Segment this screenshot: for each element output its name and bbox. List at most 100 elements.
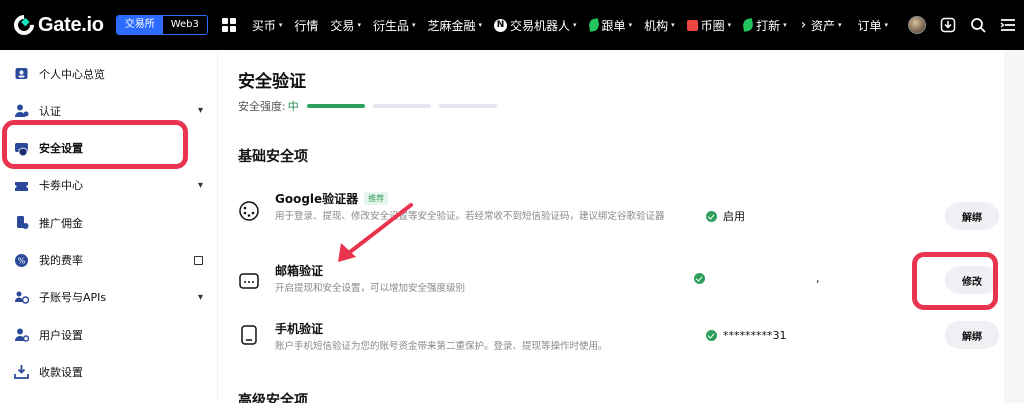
- sidebar-item-4[interactable]: 推广佣金: [0, 204, 217, 241]
- gate-logo-icon: [9, 10, 39, 40]
- sidebar-item-8[interactable]: 收款设置: [0, 353, 217, 390]
- n-badge-icon: N: [494, 18, 508, 32]
- strength-bar: [438, 104, 497, 108]
- item-description: 开启提现和安全设置，可以增加安全强度级别: [275, 283, 466, 294]
- strength-bar: [372, 104, 431, 108]
- svg-text:%: %: [18, 256, 26, 265]
- avatar[interactable]: [908, 16, 926, 34]
- scrollbar[interactable]: [1004, 50, 1024, 403]
- nav-item-7[interactable]: 机构 ▾: [644, 17, 675, 34]
- nav-item-5[interactable]: N 交易机器人 ▾: [494, 17, 577, 34]
- sidebar-item-label: 用户设置: [39, 328, 83, 342]
- caret-down-icon: ▾: [278, 21, 283, 29]
- sidebar-item-label: 收款设置: [39, 365, 83, 379]
- unbind-google-button[interactable]: 解绑: [945, 202, 999, 230]
- item-status-text: ,: [816, 272, 820, 285]
- section-title-basic: 基础安全项: [238, 149, 308, 165]
- sub-account-icon: [15, 291, 29, 304]
- top-navbar: Gate.io 交易所 Web3 买币 ▾ 行情 交易 ▾ 衍生品 ▾ 芝麻金融 ▾ N 交易机器人…: [0, 0, 1024, 50]
- nav-item-label: 交易机器人: [510, 18, 571, 33]
- nav-orders[interactable]: 订单 ▾: [857, 17, 888, 34]
- caret-down-icon: ▾: [357, 21, 361, 29]
- nav-item-label: 行情: [294, 18, 319, 33]
- leaf-icon: [742, 18, 755, 32]
- item-status: ,: [694, 272, 820, 285]
- ticket-icon: [15, 181, 28, 191]
- main-nav: 买币 ▾ 行情 交易 ▾ 衍生品 ▾ 芝麻金融 ▾ N 交易机器人 ▾ 跟单 ▾ 机构 ▾ 币圈 ▾ 打新 ▾: [240, 17, 787, 34]
- nav-item-label: 买币: [251, 18, 276, 33]
- exchange-web3-switch: 交易所 Web3: [115, 15, 208, 35]
- nav-item-1[interactable]: 行情: [294, 17, 318, 34]
- check-circle-icon: [706, 210, 717, 222]
- strength-meter: [299, 104, 497, 108]
- external-link-icon[interactable]: [194, 255, 203, 265]
- unbind-phone-button[interactable]: 解绑: [945, 321, 999, 349]
- item-status-text: 启用: [723, 210, 745, 223]
- nav-item-6[interactable]: 跟单 ▾: [587, 17, 632, 34]
- item-status: 启用: [706, 208, 745, 224]
- search-icon[interactable]: [970, 17, 986, 33]
- strength-bar: [306, 104, 365, 108]
- check-circle-icon: [694, 273, 705, 284]
- sidebar-item-6[interactable]: 子账号与APIs ▾: [0, 279, 217, 316]
- nav-item-label: 跟单: [601, 18, 626, 33]
- page-title: 安全验证: [238, 72, 306, 92]
- nav-assets-label: 资产: [810, 18, 835, 33]
- email-icon: [239, 273, 259, 289]
- nav-assets[interactable]: 资产 ▾: [811, 17, 842, 34]
- sidebar-item-label: 卡劵中心: [39, 179, 83, 193]
- nav-item-label: 打新: [756, 18, 781, 33]
- nav-right: 资产 ▾ 订单 ▾: [795, 0, 1016, 50]
- nav-item-3[interactable]: 衍生品 ▾: [373, 17, 416, 34]
- annotation-highlight-edit-button: [912, 252, 998, 310]
- nav-orders-label: 订单: [857, 18, 882, 33]
- user-verify-icon: [15, 104, 29, 118]
- sidebar-item-5[interactable]: % 我的费率: [0, 242, 217, 279]
- item-name: Google验证器 推荐: [275, 190, 389, 207]
- chevron-down-icon[interactable]: ▾: [198, 292, 203, 303]
- sidebar-item-7[interactable]: 用户设置: [0, 316, 217, 353]
- security-item-email: 邮箱验证 开启提现和安全设置，可以增加安全强度级别 , 修改: [238, 262, 999, 318]
- fee-rate-icon: %: [15, 253, 28, 267]
- caret-down-icon: ▾: [837, 21, 842, 29]
- sidebar-item-label: 我的费率: [39, 254, 83, 267]
- caret-down-icon: ▾: [783, 21, 787, 29]
- item-description: 账户手机短信验证为您的账号资金带来第二重保护。登录、提现等操作时使用。: [275, 341, 608, 352]
- caret-down-icon: ▾: [727, 21, 732, 29]
- sidebar-item-3[interactable]: 卡劵中心 ▾: [0, 167, 217, 204]
- sidebar-item-label: 推广佣金: [39, 216, 83, 230]
- chart-bars-icon: [686, 19, 698, 31]
- nav-item-9[interactable]: 打新 ▾: [742, 17, 787, 34]
- sidebar-item-0[interactable]: 个人中心总览: [0, 55, 217, 92]
- nav-item-2[interactable]: 交易 ▾: [330, 17, 361, 34]
- exchange-tab[interactable]: 交易所: [116, 16, 163, 34]
- recommended-badge: 推荐: [364, 192, 389, 205]
- sidebar-item-label: 子账号与APIs: [39, 291, 107, 305]
- chevron-down-icon[interactable]: ▾: [198, 105, 203, 116]
- apps-grid-icon[interactable]: [221, 18, 236, 32]
- chevron-down-icon[interactable]: ▾: [198, 180, 203, 191]
- user-settings-icon: [15, 328, 29, 342]
- security-strength: 安全强度: 中: [238, 98, 497, 114]
- nav-item-4[interactable]: 芝麻金融 ▾: [427, 17, 482, 34]
- caret-down-icon: ▾: [478, 21, 483, 29]
- sidebar-item-label: 个人中心总览: [39, 67, 105, 81]
- caret-down-icon: ▾: [411, 21, 416, 29]
- nav-item-8[interactable]: 币圈 ▾: [686, 17, 732, 34]
- logo[interactable]: Gate.io: [9, 10, 104, 40]
- item-status: *********31: [706, 329, 787, 342]
- item-status-text: *********31: [723, 329, 787, 342]
- annotation-highlight-sidebar: [2, 120, 188, 169]
- item-name: 邮箱验证: [275, 262, 323, 279]
- download-icon[interactable]: [940, 17, 956, 33]
- item-name-text: Google验证器: [275, 192, 359, 206]
- nav-item-label: 机构: [644, 18, 669, 33]
- menu-icon[interactable]: [1000, 17, 1016, 33]
- nav-item-0[interactable]: 买币 ▾: [252, 17, 283, 34]
- security-item-google: Google验证器 推荐 用于登录、提现、修改安全设置等安全验证。若经常收不到短信…: [238, 190, 999, 246]
- profile-card-icon: [15, 68, 28, 79]
- strength-level: 中: [287, 100, 299, 113]
- strength-label: 安全强度:: [238, 100, 286, 113]
- web3-tab[interactable]: Web3: [162, 16, 207, 34]
- check-circle-icon: [706, 330, 717, 341]
